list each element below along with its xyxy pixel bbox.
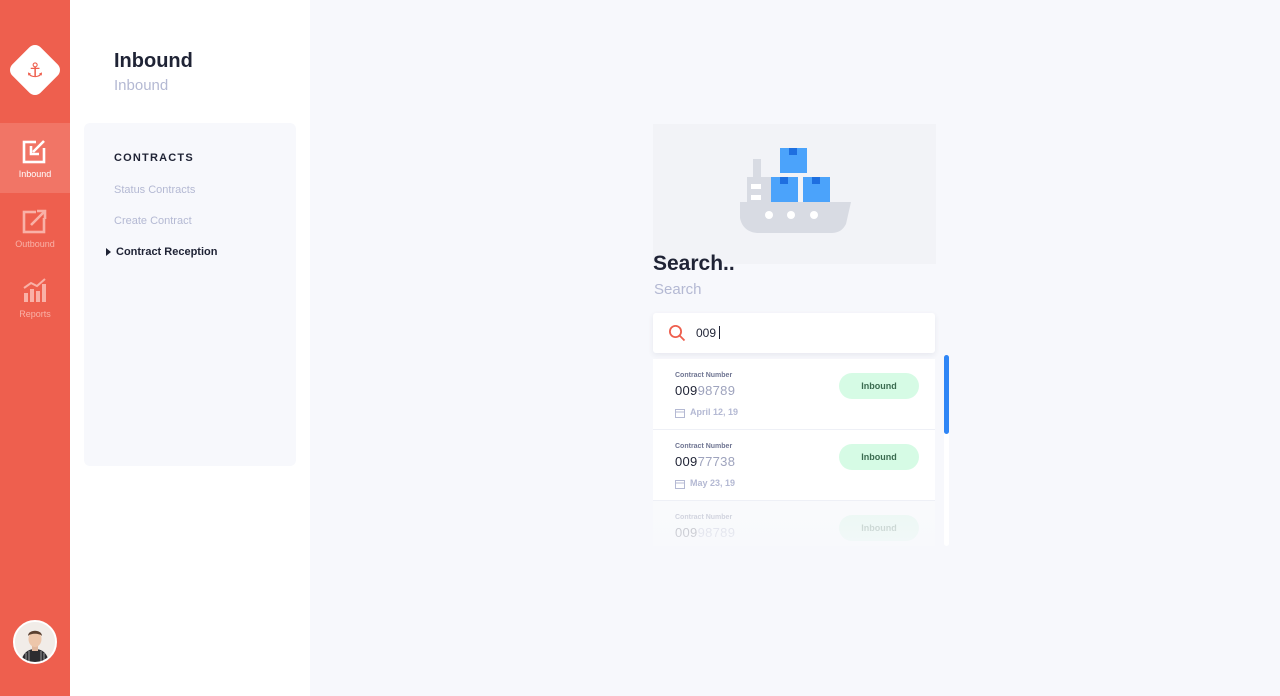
search-icon xyxy=(669,325,686,342)
submenu-panel: Inbound Inbound CONTRACTS Status Contrac… xyxy=(70,0,310,696)
result-row[interactable]: Contract Number 00998789 April 12, 19 In… xyxy=(653,359,935,430)
rail-item-reports[interactable]: Reports xyxy=(0,263,70,333)
scrollbar-thumb[interactable] xyxy=(944,355,949,434)
search-title: Search.. xyxy=(653,252,735,275)
contract-number: 00977738 xyxy=(675,454,735,469)
result-row[interactable]: Contract Number 00998789 Inbound xyxy=(653,501,935,546)
menu-item-contract-reception[interactable]: Contract Reception xyxy=(106,246,218,258)
menu-item-status-contracts[interactable]: Status Contracts xyxy=(114,184,195,196)
page-title: Inbound xyxy=(114,50,193,72)
avatar-illustration xyxy=(15,622,55,662)
text-cursor xyxy=(719,326,720,339)
status-badge[interactable]: Inbound xyxy=(839,444,919,470)
user-avatar[interactable] xyxy=(13,620,57,664)
menu-item-create-contract[interactable]: Create Contract xyxy=(114,215,192,227)
reports-icon xyxy=(23,277,46,302)
menu-heading: CONTRACTS xyxy=(114,152,194,164)
contract-date: April 12, 19 xyxy=(690,407,739,417)
contract-date: May 23, 19 xyxy=(690,478,736,488)
page-subtitle: Inbound xyxy=(114,77,169,94)
results-list: Contract Number 00998789 April 12, 19 In… xyxy=(653,359,935,546)
menu-item-label: Contract Reception xyxy=(116,246,218,258)
contract-number-match: 009 xyxy=(675,525,698,540)
rail-item-label: Outbound xyxy=(15,238,55,249)
outbound-icon xyxy=(22,207,48,233)
search-subtitle: Search xyxy=(654,281,702,298)
contract-number: 00998789 xyxy=(675,383,735,398)
contract-number-rest: 77738 xyxy=(697,454,736,469)
rail-item-label: Inbound xyxy=(18,168,52,179)
contract-number-label: Contract Number xyxy=(675,443,733,450)
anchor-icon: ⚓ xyxy=(26,58,44,82)
contract-number: 00998789 xyxy=(675,525,735,540)
caret-right-icon xyxy=(106,248,111,256)
app-rail: ⚓ Inbound Outbound Reports xyxy=(0,0,70,696)
rail-item-label: Reports xyxy=(19,308,51,319)
hero-illustration xyxy=(653,124,936,264)
contract-number-rest: 98789 xyxy=(697,383,736,398)
inbound-icon xyxy=(22,137,48,163)
search-input[interactable] xyxy=(696,324,916,342)
contract-number-label: Contract Number xyxy=(675,514,733,521)
status-badge[interactable]: Inbound xyxy=(839,515,919,541)
calendar-icon xyxy=(675,480,685,489)
rail-item-outbound[interactable]: Outbound xyxy=(0,193,70,263)
contract-number-match: 009 xyxy=(675,454,698,469)
cargo-ship-icon xyxy=(740,148,851,233)
status-badge[interactable]: Inbound xyxy=(839,373,919,399)
results-scrollbar[interactable] xyxy=(944,355,949,546)
contract-number-label: Contract Number xyxy=(675,372,733,379)
calendar-icon xyxy=(675,409,685,418)
contract-number-match: 009 xyxy=(675,383,698,398)
contract-number-rest: 98789 xyxy=(697,525,736,540)
contracts-menu: CONTRACTS Status Contracts Create Contra… xyxy=(84,123,296,466)
result-row[interactable]: Contract Number 00977738 May 23, 19 Inbo… xyxy=(653,430,935,501)
rail-item-inbound[interactable]: Inbound xyxy=(0,123,70,193)
search-box[interactable] xyxy=(653,313,935,353)
